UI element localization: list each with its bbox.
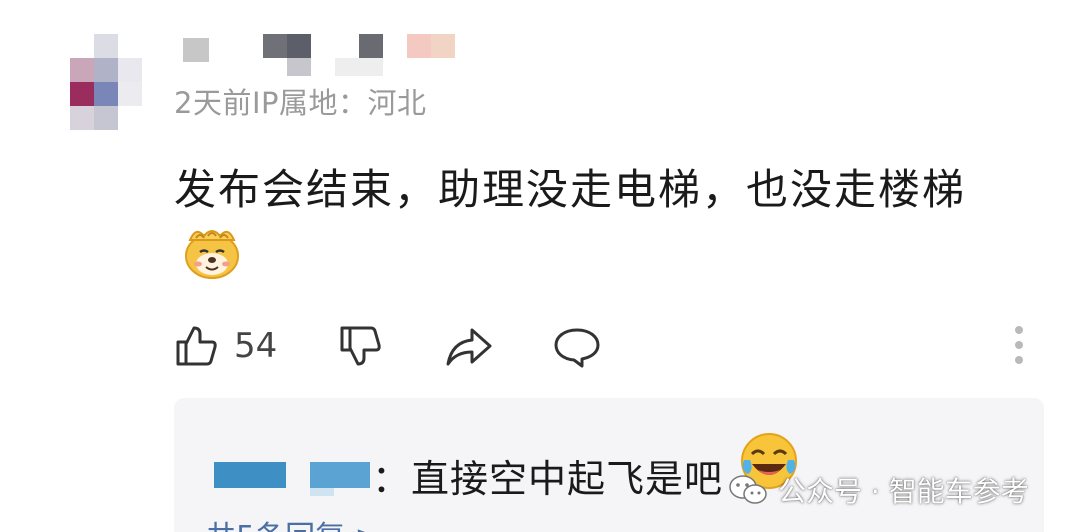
wechat-icon — [729, 475, 767, 504]
reply-text: ：直接空中起飞是吧 — [372, 457, 724, 501]
dislike-button[interactable] — [336, 320, 384, 372]
more-vertical-icon[interactable] — [1010, 322, 1028, 368]
like-count: 54 — [234, 326, 278, 366]
action-bar: 54 — [172, 320, 1052, 372]
comment-screenshot: 2天前IP属地：河北 发布会结束，助理没走电梯，也没走楼梯 54 ：直接空中起飞… — [0, 0, 1080, 532]
thumbs-down-icon — [340, 326, 381, 366]
username-pixelated[interactable] — [175, 34, 475, 82]
thumbs-up-icon — [176, 326, 217, 366]
comment-meta: 2天前IP属地：河北 — [174, 86, 427, 120]
reply-button[interactable] — [552, 320, 602, 372]
avatar[interactable] — [70, 34, 142, 130]
doge-emoji — [185, 230, 239, 279]
view-replies-link[interactable]: 共5条回复 > — [206, 512, 380, 532]
comment-text: 发布会结束，助理没走电梯，也没走楼梯 — [174, 165, 967, 214]
watermark: 公众号 · 智能车参考 — [728, 470, 1029, 510]
like-button[interactable]: 54 — [172, 320, 277, 372]
share-button[interactable] — [444, 320, 494, 372]
watermark-text: 公众号 · 智能车参考 — [778, 475, 1029, 508]
share-icon — [446, 328, 492, 366]
comment-icon — [554, 328, 600, 368]
reply-username-pixelated[interactable] — [214, 462, 384, 496]
